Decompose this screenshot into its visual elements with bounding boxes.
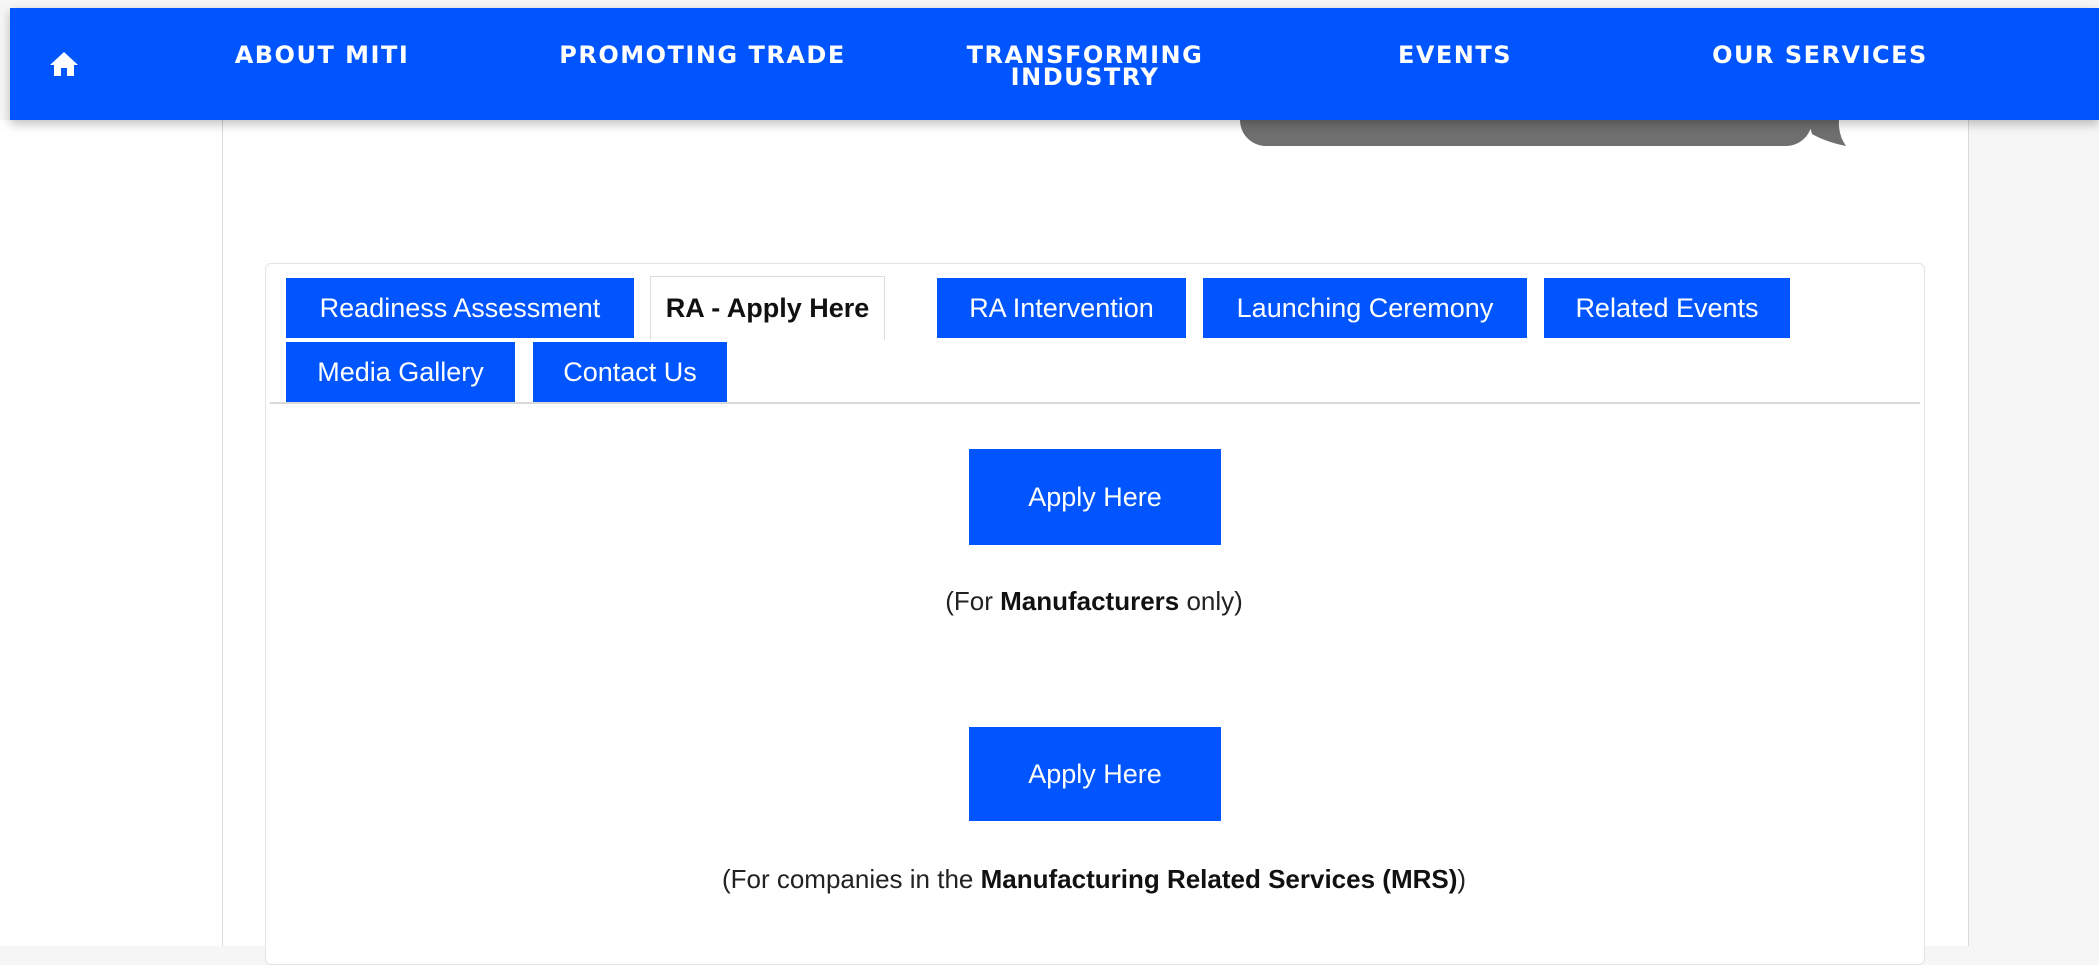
main-navbar: ABOUT MITI PROMOTING TRADE TRANSFORMING … <box>10 8 2099 120</box>
tab-launching-ceremony[interactable]: Launching Ceremony <box>1203 278 1527 338</box>
tab-contact-us[interactable]: Contact Us <box>533 342 727 402</box>
apply-here-mrs-button[interactable]: Apply Here <box>969 727 1221 821</box>
note-suffix: ) <box>1457 864 1467 894</box>
apply-here-manufacturers-button[interactable]: Apply Here <box>969 449 1221 545</box>
tab-related-events[interactable]: Related Events <box>1544 278 1790 338</box>
nav-our-services[interactable]: OUR SERVICES <box>1700 43 1940 92</box>
left-gutter <box>0 120 222 946</box>
tab-media-gallery[interactable]: Media Gallery <box>286 342 515 402</box>
note-bold: Manufacturing Related Services (MRS) <box>980 864 1458 894</box>
tab-divider <box>270 402 1920 404</box>
mrs-note: (For companies in the Manufacturing Rela… <box>265 864 1923 895</box>
home-icon <box>50 52 78 76</box>
nav-promoting-trade[interactable]: PROMOTING TRADE <box>550 43 855 92</box>
manufacturers-note: (For Manufacturers only) <box>265 586 1923 617</box>
note-prefix: (For <box>945 586 1001 616</box>
nav-transforming-industry[interactable]: TRANSFORMING INDUSTRY <box>960 43 1210 92</box>
nav-events[interactable]: EVENTS <box>1380 43 1530 92</box>
note-prefix: (For companies in the <box>721 864 981 894</box>
nav-transforming-industry-line2: INDUSTRY <box>1010 63 1160 91</box>
tab-ra-intervention[interactable]: RA Intervention <box>937 278 1186 338</box>
note-suffix: only) <box>1179 586 1243 616</box>
nav-about-miti[interactable]: ABOUT MITI <box>207 43 437 92</box>
tab-ra-apply-here[interactable]: RA - Apply Here <box>650 276 885 340</box>
home-link[interactable] <box>38 44 90 84</box>
note-bold: Manufacturers <box>1000 586 1180 616</box>
tab-readiness-assessment[interactable]: Readiness Assessment <box>286 278 634 338</box>
